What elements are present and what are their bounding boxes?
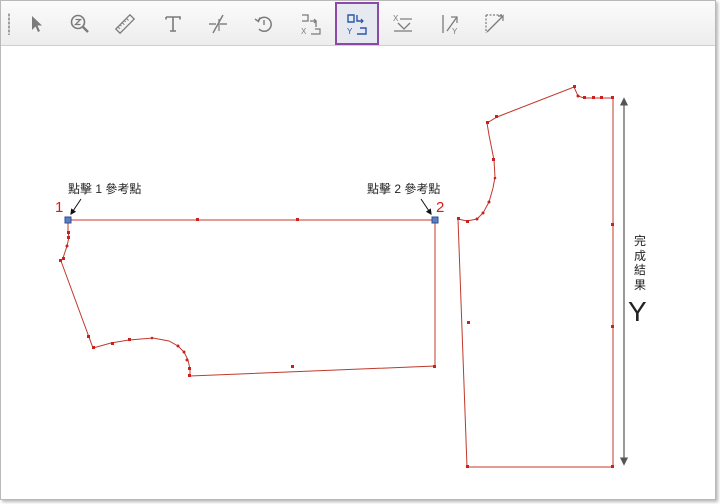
rotate-tool-button[interactable] [242,2,286,45]
slash-lines-icon [209,14,227,33]
rotate-icon [254,16,272,32]
mirror-x-icon: X [393,14,412,32]
svg-text:Y: Y [452,27,458,36]
drawing-canvas[interactable]: 點擊 1 參考點 點擊 2 參考點 1 2 完成結果 Y [1,47,715,499]
diagonal-icon [485,13,504,33]
mirror-y-tool-button[interactable]: Y [428,2,472,45]
mirror-y-icon: Y [442,14,458,36]
ref2-label: 點擊 2 參考點 [367,182,441,196]
measure-tool-button[interactable] [103,2,147,45]
ruler-icon [114,13,136,34]
pattern-drawing [59,85,629,468]
ref1-label: 點擊 1 參考點 [68,182,142,196]
select-tool-button[interactable] [14,2,58,45]
app-window: X Y X Y 點擊 1 參考點 點擊 2 參考點 1 2 完成結果 Y [0,0,716,500]
text-tool-button[interactable] [151,2,195,45]
mirror-x-tool-button[interactable]: X [381,2,425,45]
ref1-number: 1 [55,199,64,216]
left-pattern-points [59,218,436,377]
result-axis-letter: Y [628,296,647,327]
ref2-number: 2 [436,199,445,216]
result-label: 完成結果 [633,234,646,292]
toolbar-grip[interactable] [8,13,10,35]
toolbar: X Y X Y [1,1,715,46]
align-y-icon: Y [347,13,367,36]
right-pattern-outline[interactable] [457,86,614,468]
diagonal-tool-button[interactable] [473,2,517,45]
ref1-pointer-arrow [70,198,82,215]
left-pattern-outline[interactable] [60,219,436,377]
ref2-pointer-arrow [420,198,432,215]
reference-point-2[interactable] [431,216,439,224]
reference-point-1[interactable] [64,216,72,224]
svg-text:Y: Y [347,27,353,36]
cut-tool-button[interactable] [196,2,240,45]
align-x-tool-button[interactable]: X [289,2,333,45]
svg-text:X: X [393,14,399,23]
align-y-tool-button[interactable]: Y [335,2,379,45]
svg-text:X: X [301,27,307,36]
magnifier-icon [70,14,89,33]
zoom-tool-button[interactable] [58,2,102,45]
arrow-cursor-icon [32,15,42,32]
align-x-icon: X [301,13,321,36]
text-t-icon [165,15,181,32]
right-pattern-points [457,85,614,468]
